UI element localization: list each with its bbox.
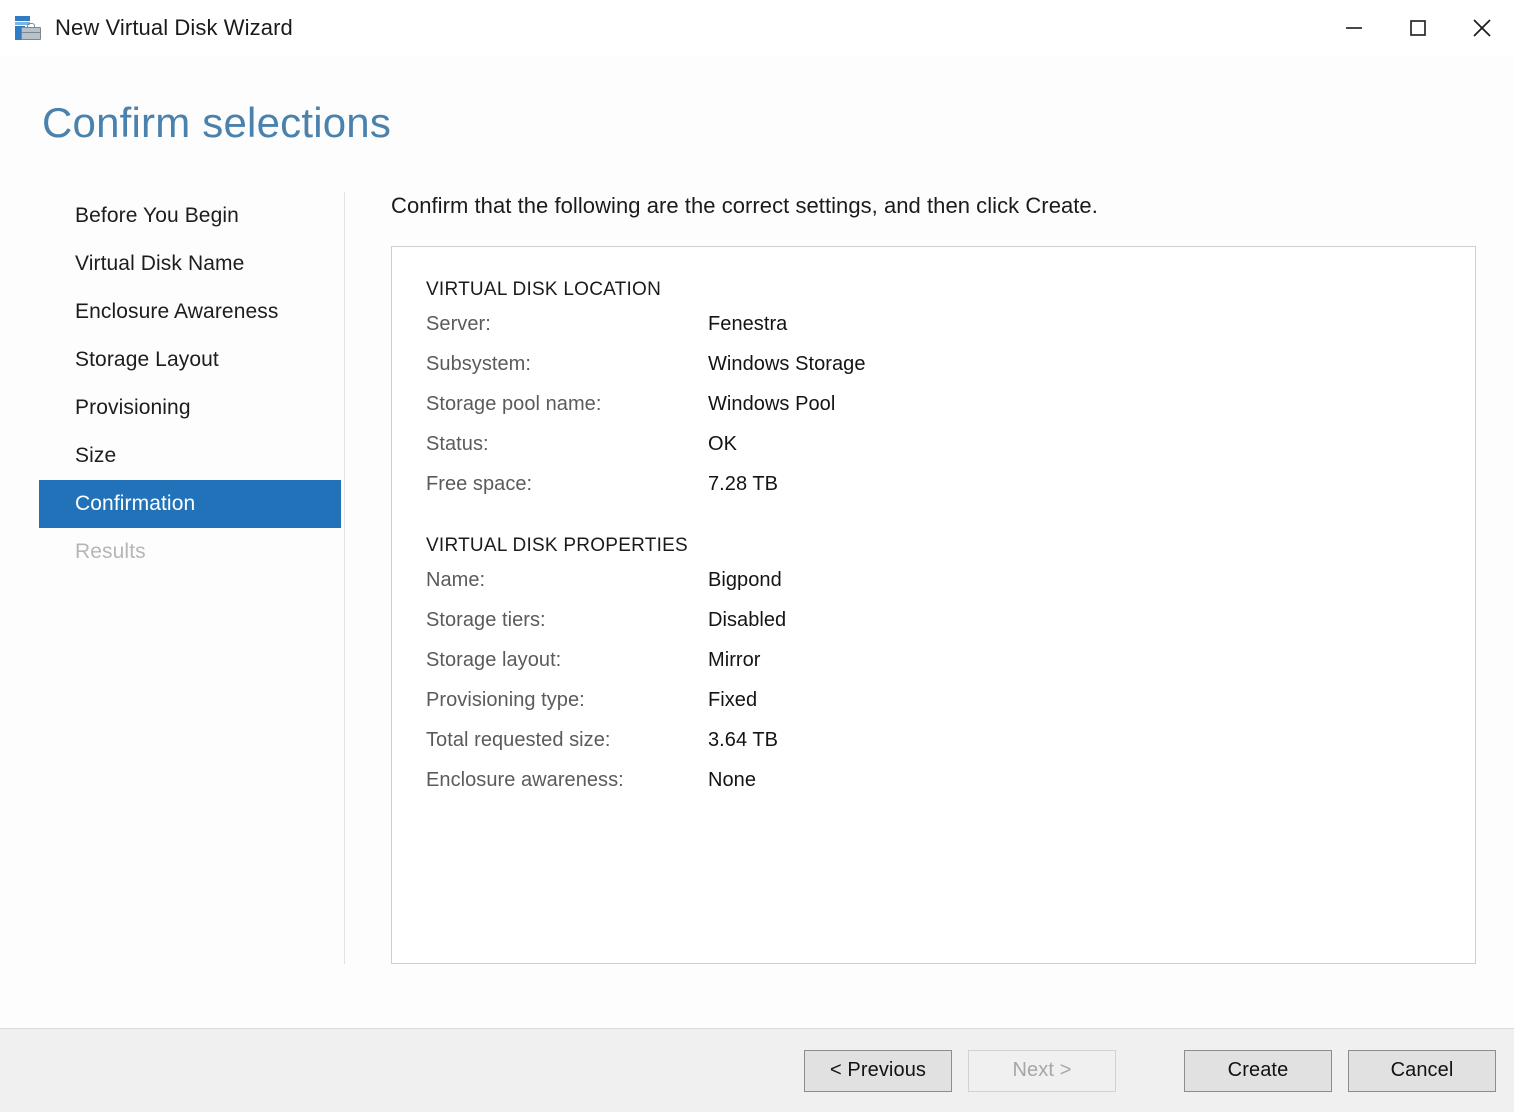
sidebar-item-virtual-disk-name[interactable]: Virtual Disk Name bbox=[39, 240, 344, 288]
section-virtual-disk-properties: VIRTUAL DISK PROPERTIES Name: Bigpond St… bbox=[426, 535, 1475, 809]
row-value: None bbox=[708, 768, 757, 791]
maximize-icon[interactable] bbox=[1386, 0, 1450, 56]
summary-row: Storage layout: Mirror bbox=[426, 649, 1475, 689]
summary-panel: VIRTUAL DISK LOCATION Server: Fenestra S… bbox=[391, 245, 1476, 964]
next-button: Next > bbox=[968, 1049, 1116, 1092]
summary-row: Enclosure awareness: None bbox=[426, 769, 1475, 809]
row-label: Provisioning type: bbox=[426, 688, 585, 711]
summary-row: Provisioning type: Fixed bbox=[426, 689, 1475, 729]
row-label: Storage tiers: bbox=[426, 608, 546, 631]
sidebar-item-results: Results bbox=[75, 540, 146, 563]
row-label: Free space: bbox=[426, 472, 533, 495]
page-header: Confirm selections bbox=[0, 56, 1514, 144]
sidebar-item-storage-layout[interactable]: Storage Layout bbox=[39, 336, 344, 384]
summary-row: Status: OK bbox=[426, 433, 1475, 473]
window-controls bbox=[1322, 0, 1514, 56]
summary-row: Name: Bigpond bbox=[426, 569, 1475, 609]
wizard-body: Before You Begin Virtual Disk Name Enclo… bbox=[0, 144, 1514, 1028]
summary-row: Storage tiers: Disabled bbox=[426, 609, 1475, 649]
summary-row: Subsystem: Windows Storage bbox=[426, 353, 1475, 393]
row-label: Subsystem: bbox=[426, 352, 531, 375]
row-value: Fenestra bbox=[708, 312, 788, 335]
new-virtual-disk-wizard-window: New Virtual Disk Wizard Confirm selectio… bbox=[0, 0, 1514, 1112]
summary-row: Server: Fenestra bbox=[426, 313, 1475, 353]
row-value: Windows Pool bbox=[708, 392, 836, 415]
row-value: Windows Storage bbox=[708, 352, 866, 375]
summary-row: Free space: 7.28 TB bbox=[426, 473, 1475, 513]
row-value: 7.28 TB bbox=[708, 472, 779, 495]
row-label: Storage layout: bbox=[426, 648, 562, 671]
wizard-step-sidebar: Before You Begin Virtual Disk Name Enclo… bbox=[0, 192, 345, 964]
create-button[interactable]: Create bbox=[1184, 1049, 1332, 1092]
row-label: Storage pool name: bbox=[426, 392, 602, 415]
sidebar-item-enclosure-awareness[interactable]: Enclosure Awareness bbox=[39, 288, 344, 336]
row-label: Enclosure awareness: bbox=[426, 768, 624, 791]
row-label: Total requested size: bbox=[426, 728, 611, 751]
summary-row: Total requested size: 3.64 TB bbox=[426, 729, 1475, 769]
wizard-content: Confirm that the following are the corre… bbox=[345, 192, 1514, 1028]
title-bar-left: New Virtual Disk Wizard bbox=[0, 15, 293, 41]
row-value: 3.64 TB bbox=[708, 728, 779, 751]
section-title: VIRTUAL DISK LOCATION bbox=[426, 278, 662, 300]
row-value: Disabled bbox=[708, 608, 787, 631]
section-virtual-disk-location: VIRTUAL DISK LOCATION Server: Fenestra S… bbox=[426, 279, 1475, 513]
sidebar-item-confirmation[interactable]: Confirmation bbox=[39, 480, 341, 528]
sidebar-item-provisioning[interactable]: Provisioning bbox=[39, 384, 344, 432]
row-label: Name: bbox=[426, 568, 486, 591]
row-label: Server: bbox=[426, 312, 491, 335]
wizard-footer: < Previous Next > Create Cancel bbox=[0, 1028, 1514, 1112]
minimize-icon[interactable] bbox=[1322, 0, 1386, 56]
row-label: Status: bbox=[426, 432, 489, 455]
row-value: Mirror bbox=[708, 648, 761, 671]
window-title: New Virtual Disk Wizard bbox=[55, 15, 293, 40]
page-title: Confirm selections bbox=[42, 99, 392, 146]
row-value: Bigpond bbox=[708, 568, 782, 591]
close-icon[interactable] bbox=[1450, 0, 1514, 56]
content-intro-text: Confirm that the following are the corre… bbox=[391, 193, 1098, 218]
sidebar-item-before-you-begin[interactable]: Before You Begin bbox=[39, 192, 344, 240]
row-value: OK bbox=[708, 432, 737, 455]
title-bar: New Virtual Disk Wizard bbox=[0, 0, 1514, 56]
cancel-button[interactable]: Cancel bbox=[1348, 1049, 1496, 1092]
row-value: Fixed bbox=[708, 688, 758, 711]
virtual-disk-wizard-icon bbox=[14, 15, 42, 41]
summary-row: Storage pool name: Windows Pool bbox=[426, 393, 1475, 433]
previous-button[interactable]: < Previous bbox=[804, 1049, 952, 1092]
section-title: VIRTUAL DISK PROPERTIES bbox=[426, 534, 688, 556]
sidebar-item-size[interactable]: Size bbox=[39, 432, 344, 480]
